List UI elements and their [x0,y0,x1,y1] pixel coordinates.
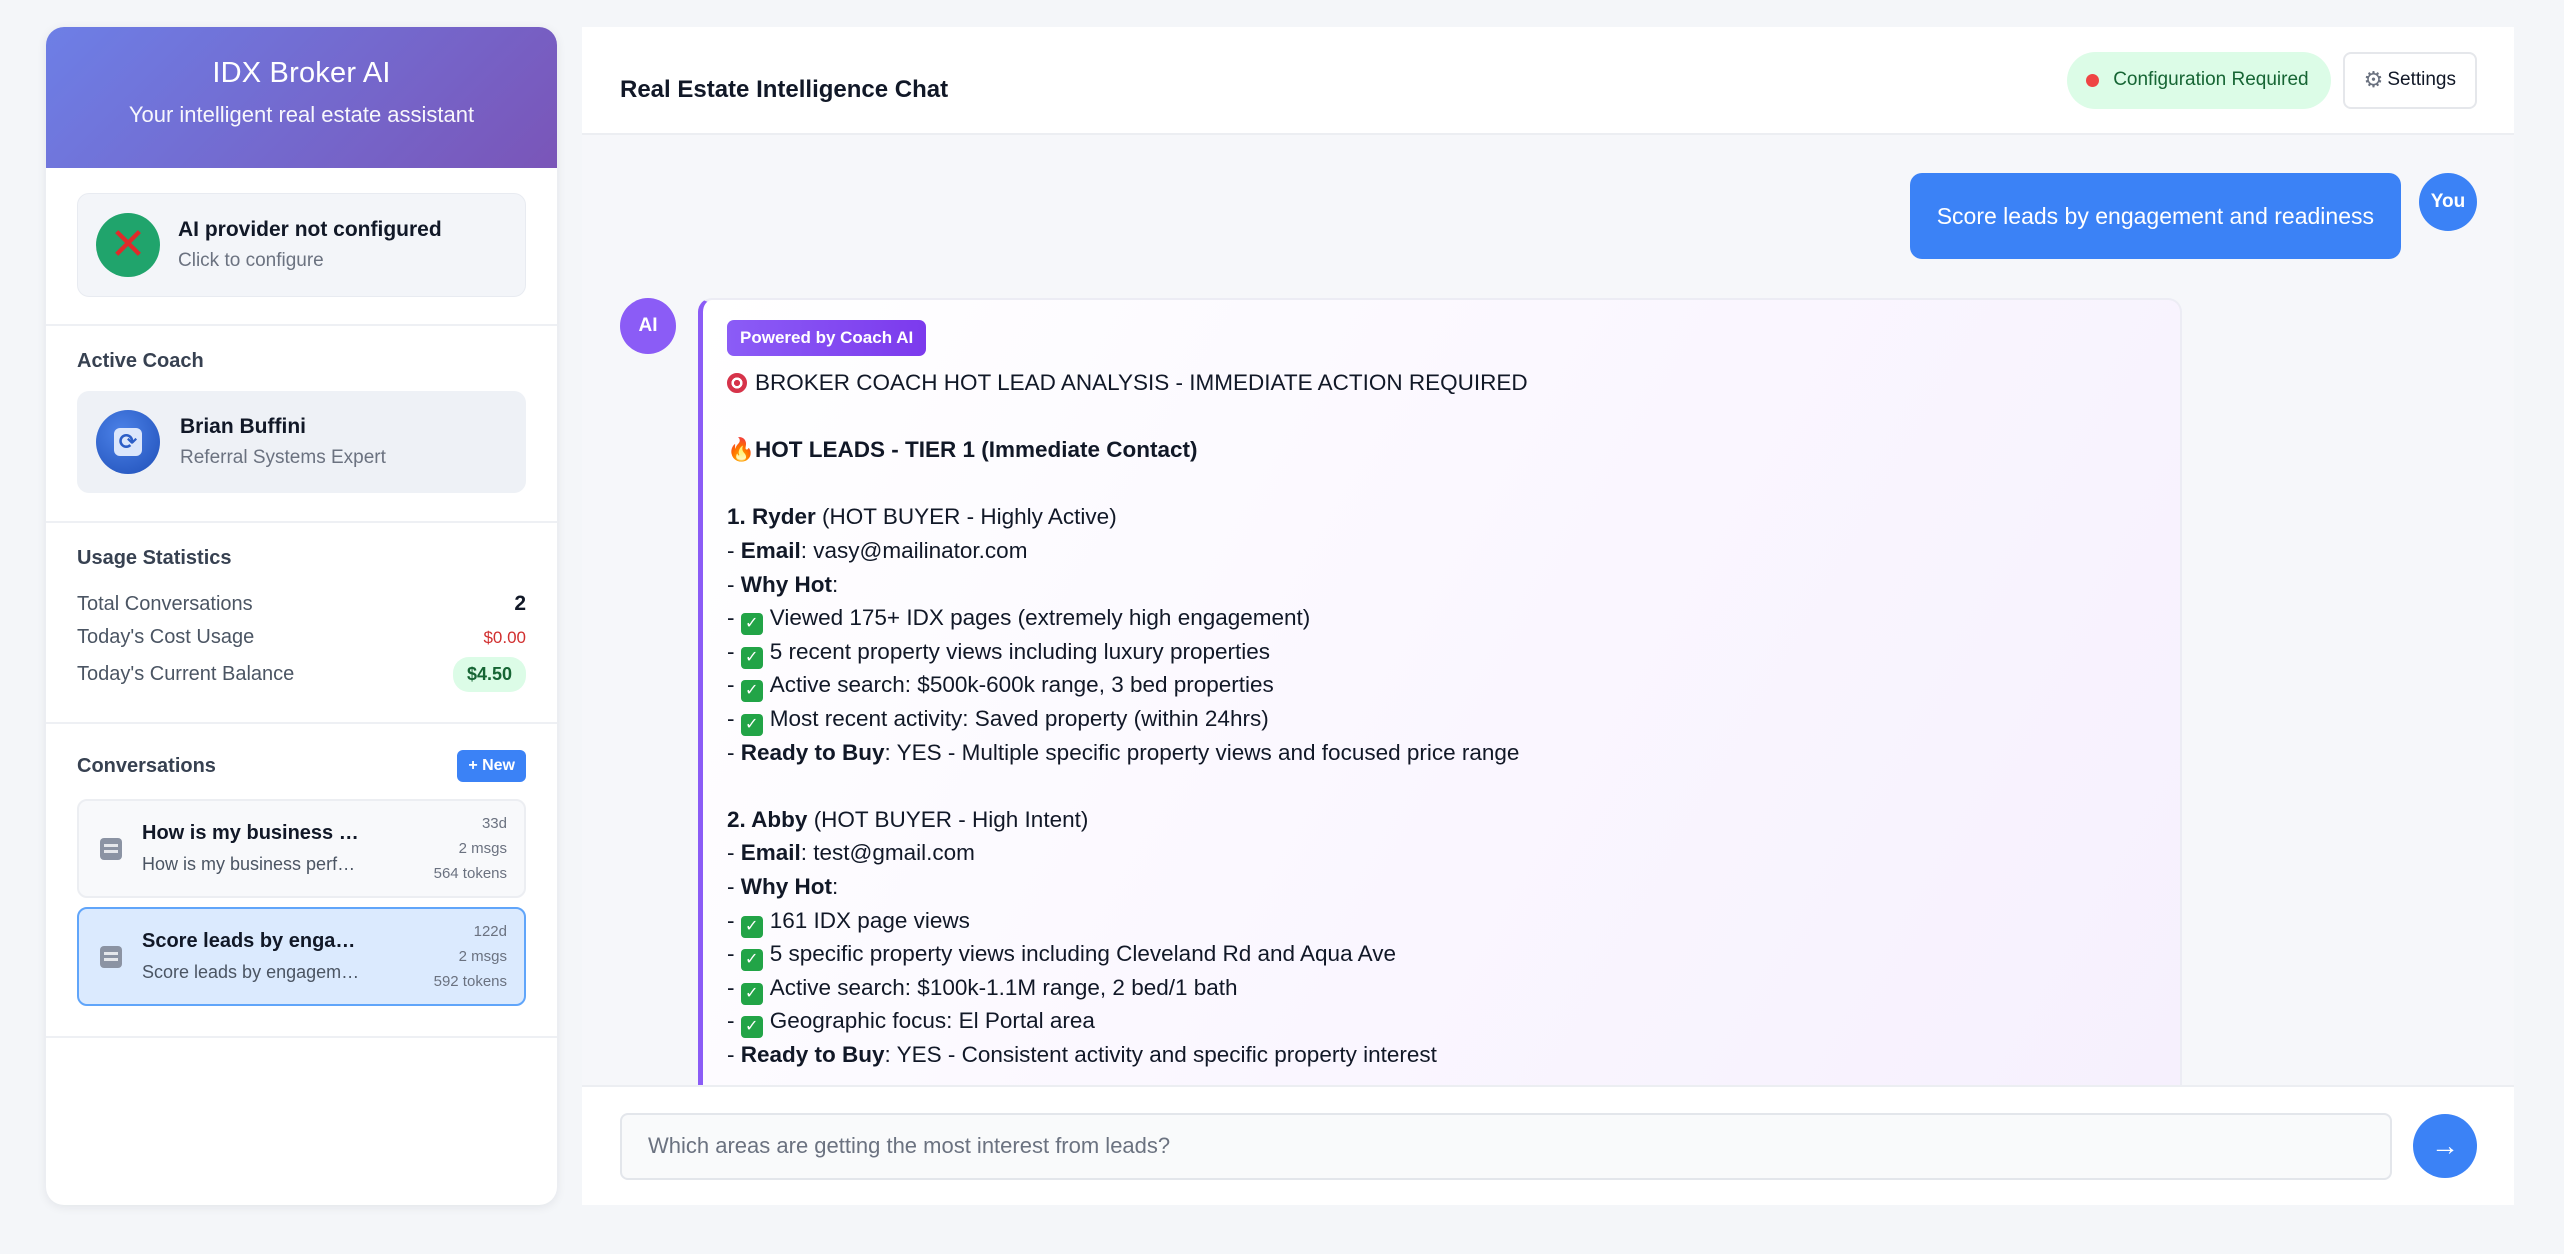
ai-message: AI Powered by Coach AI BROKER COACH HOT … [620,298,2182,1111]
coach-card[interactable]: ⟳ Brian Buffini Referral Systems Expert [77,391,526,493]
lead-bullet: - ✓ 5 specific property views including C… [727,937,2154,972]
message-list[interactable]: Score leads by engagement and readiness … [582,135,2514,1111]
user-message: Score leads by engagement and readiness … [1909,173,2477,259]
app-title: IDX Broker AI [212,57,391,89]
chat-input[interactable] [620,1112,2392,1180]
powered-by-badge: Powered by Coach AI [727,320,927,356]
chat-input-bar: → [582,1085,2514,1205]
check-icon: ✓ [740,613,763,636]
conversations-label: Conversations [77,754,216,777]
user-message-bubble: Score leads by engagement and readiness [1909,173,2401,259]
total-conversations-label: Total Conversations [77,592,253,615]
usage-statistics-label: Usage Statistics [77,547,232,569]
chat-panel: Real Estate Intelligence Chat Configurat… [582,27,2514,1205]
total-conversations-value: 2 [514,592,526,615]
cost-usage-value: $0.00 [483,627,526,647]
settings-button[interactable]: ⚙ Settings [2342,51,2477,109]
cost-usage-row: Today's Cost Usage $0.00 [77,626,526,649]
app-subtitle: Your intelligent real estate assistant [128,102,475,127]
lead-email-line: - Email: vasy@mailinator.com [727,537,1028,563]
coach-name: Brian Buffini [180,415,306,438]
check-icon: ✓ [740,915,763,938]
gear-icon: ⚙ [2363,67,2384,92]
check-icon: ✓ [740,982,763,1005]
configuration-status-badge: Configuration Required [2067,51,2331,109]
check-icon: ✓ [740,713,763,736]
ai-message-body: BROKER COACH HOT LEAD ANALYSIS - IMMEDIA… [727,366,2154,1071]
cost-usage-label: Today's Cost Usage [77,626,255,648]
conversation-msgs: 2 msgs [458,948,507,965]
check-icon: ✓ [740,646,763,669]
arrow-right-icon: → [2431,1130,2459,1161]
provider-status-title: AI provider not configured [178,218,442,241]
current-balance-label: Today's Current Balance [77,663,295,685]
coach-avatar: ⟳ [96,410,160,474]
refresh-icon: ⟳ [114,428,142,456]
conversation-tokens: 592 tokens [433,973,507,990]
current-balance-row: Today's Current Balance $4.50 [77,657,526,692]
sidebar: IDX Broker AI Your intelligent real esta… [46,27,557,1205]
provider-status-subtitle: Click to configure [178,250,324,271]
lead-bullet: - ✓ Geographic focus: El Portal area [727,1004,2154,1039]
current-balance-badge: $4.50 [452,657,526,692]
chat-header: Real Estate Intelligence Chat Configurat… [582,27,2514,135]
ready-to-buy-line: - Ready to Buy: YES - Multiple specific … [727,739,1520,765]
send-button[interactable]: → [2413,1114,2477,1178]
lead-bullet: - ✓ Viewed 175+ IDX pages (extremely high… [727,601,2154,636]
why-hot-line: - Why Hot: [727,571,839,597]
lead-bullet: - ✓ Active search: $500k-600k range, 3 be… [727,668,2154,703]
status-dot-icon [2086,73,2100,87]
user-avatar: You [2419,173,2477,231]
conversation-msgs: 2 msgs [458,840,507,857]
lead-bullet: - ✓ 5 recent property views including lux… [727,635,2154,669]
ai-message-bubble: Powered by Coach AI BROKER COACH HOT LEA… [698,298,2182,1111]
check-icon: ✓ [740,680,763,703]
lead-name-line: 1. Ryder (HOT BUYER - Highly Active) [727,504,1117,530]
fire-icon: 🔥 [727,437,756,463]
lead-bullet: - ✓ Most recent activity: Saved property … [727,702,2154,736]
conversation-preview: Score leads by engagement and readiness [142,962,364,982]
chat-icon [100,837,122,860]
conversation-age: 33d [481,815,507,832]
why-hot-line: - Why Hot: [727,873,839,899]
lead-name-line: 2. Abby (HOT BUYER - High Intent) [727,806,1089,832]
analysis-heading: BROKER COACH HOT LEAD ANALYSIS - IMMEDIA… [727,366,2154,400]
chat-icon [100,945,122,968]
settings-label: Settings [2387,69,2456,90]
conversation-preview: How is my business performing? [142,854,364,874]
configuration-status-text: Configuration Required [2113,69,2309,90]
conversation-item[interactable]: How is my business performing? How is my… [77,799,526,898]
sidebar-header: IDX Broker AI Your intelligent real esta… [46,27,557,168]
conversations-section: Conversations + New How is my business p… [46,724,557,1038]
ai-avatar: AI [620,298,676,354]
provider-status-card[interactable]: ✕ AI provider not configured Click to co… [77,193,526,297]
new-conversation-button[interactable]: + New [457,750,526,782]
conversation-age: 122d [473,923,507,940]
active-coach-label: Active Coach [77,350,204,372]
ready-to-buy-line: - Ready to Buy: YES - Consistent activit… [727,1041,1437,1067]
conversation-tokens: 564 tokens [433,865,507,882]
provider-section: ✕ AI provider not configured Click to co… [46,193,557,326]
target-icon [727,373,747,393]
conversation-title: How is my business performing? [142,822,364,844]
check-icon: ✓ [740,949,763,972]
check-icon: ✓ [740,1016,763,1039]
lead-bullet: - ✓ 161 IDX page views [727,904,2154,938]
conversation-title: Score leads by engagement and readiness [142,930,364,952]
total-conversations-row: Total Conversations 2 [77,592,526,616]
tier1-heading: 🔥HOT LEADS - TIER 1 (Immediate Contact) [727,433,2154,467]
chat-title: Real Estate Intelligence Chat [620,76,949,103]
usage-statistics-section: Usage Statistics Total Conversations 2 T… [46,523,557,724]
x-icon: ✕ [96,213,160,277]
coach-role: Referral Systems Expert [180,447,386,468]
active-coach-section: Active Coach ⟳ Brian Buffini Referral Sy… [46,326,557,523]
lead-email-line: - Email: test@gmail.com [727,840,975,866]
lead-bullet: - ✓ Active search: $100k-1.1M range, 2 be… [727,971,2154,1005]
conversation-item-active[interactable]: Score leads by engagement and readiness … [77,907,526,1006]
